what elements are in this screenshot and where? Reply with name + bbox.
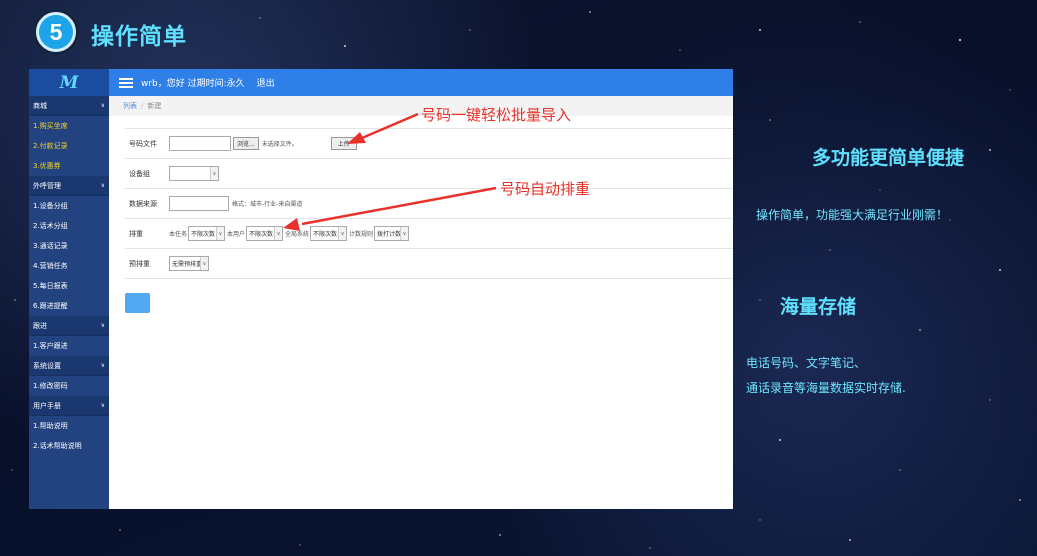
sidebar-item-change-password[interactable]: 1.修改密码 xyxy=(29,376,109,396)
file-path-field[interactable] xyxy=(169,136,231,151)
app-logo[interactable]: M xyxy=(29,69,109,96)
feature-title-storage: 海量存储 xyxy=(780,296,857,318)
source-label: 数据来源 xyxy=(129,199,157,208)
sidebar-item-marketing-tasks[interactable]: 4.营销任务 xyxy=(29,256,109,276)
count-rule-select[interactable]: 拨打计数 ∨ xyxy=(374,226,410,241)
main-content: 列表 / 新建 号码文件 浏览... 未选择文件。 上传 设备组 ∨ 数据来源 … xyxy=(109,96,733,509)
this-task-select[interactable]: 不限次数 ∨ xyxy=(188,226,226,241)
create-form: 号码文件 浏览... 未选择文件。 上传 设备组 ∨ 数据来源 格式：城市-行业… xyxy=(125,128,733,279)
sidebar: 商城 ∨ 1.购买坐席 2.付款记录 3.优惠券 外呼管理 ∨ 1.设备分组 2.话… xyxy=(29,96,109,509)
feature-desc-storage-line1: 电话号码、文字笔记、 xyxy=(746,356,867,370)
breadcrumb-list-link[interactable]: 列表 xyxy=(123,101,137,111)
app-screenshot: M wrb，您好 过期时间:永久 退出 商城 ∨ 1.购买坐席 2.付款记录 3.… xyxy=(29,69,733,509)
logout-link[interactable]: 退出 xyxy=(257,76,275,89)
this-user-label: 本用户 xyxy=(227,231,246,238)
sidebar-item-script-help[interactable]: 2.话术帮助说明 xyxy=(29,436,109,456)
chevron-down-icon: ∨ xyxy=(100,102,105,109)
form-row-file: 号码文件 浏览... 未选择文件。 上传 xyxy=(125,129,733,159)
form-row-dedup: 排重 本任务 不限次数 ∨ 本用户 不限次数 ∨ 全局系统 不限次数 ∨ 计数规则 拨… xyxy=(125,219,733,249)
count-rule-label: 计数规则 xyxy=(349,231,374,238)
sidebar-section-outbound[interactable]: 外呼管理 ∨ xyxy=(29,176,109,196)
breadcrumb-current: 新建 xyxy=(147,102,162,110)
annotation-dedup: 号码自动排重 xyxy=(500,180,591,198)
file-label: 号码文件 xyxy=(129,139,157,148)
pre-dedup-select[interactable]: 无需预排重 ∨ xyxy=(169,256,209,271)
global-label: 全局系统 xyxy=(285,231,310,238)
annotation-import: 号码一键轻松批量导入 xyxy=(421,106,572,124)
device-group-select[interactable]: ∨ xyxy=(169,166,219,181)
user-greeting: wrb，您好 过期时间:永久 xyxy=(141,79,245,89)
chevron-down-icon: ∨ xyxy=(100,402,105,409)
this-user-select[interactable]: 不限次数 ∨ xyxy=(246,226,284,241)
sidebar-item-buy-seat[interactable]: 1.购买坐席 xyxy=(29,116,109,136)
sidebar-item-call-records[interactable]: 3.通话记录 xyxy=(29,236,109,256)
sidebar-item-follow-reminder[interactable]: 6.跟进提醒 xyxy=(29,296,109,316)
upload-button[interactable]: 上传 xyxy=(330,137,357,150)
slide-heading: 操作简单 xyxy=(91,24,187,50)
sidebar-item-customer-follow[interactable]: 1.客户跟进 xyxy=(29,336,109,356)
dedup-label: 排重 xyxy=(129,229,143,238)
form-row-group: 设备组 ∨ xyxy=(125,159,733,189)
chevron-down-icon: ∨ xyxy=(100,182,105,189)
menu-icon[interactable] xyxy=(119,77,133,88)
source-hint: 格式：城市-行业-来自渠道 xyxy=(232,201,303,208)
source-input[interactable] xyxy=(169,196,229,211)
this-task-label: 本任务 xyxy=(169,231,188,238)
sidebar-item-daily-report[interactable]: 5.每日报表 xyxy=(29,276,109,296)
sidebar-item-device-group[interactable]: 1.设备分组 xyxy=(29,196,109,216)
sidebar-item-script-group[interactable]: 2.话术分组 xyxy=(29,216,109,236)
browse-button[interactable]: 浏览... xyxy=(233,137,259,150)
sidebar-section-settings[interactable]: 系统设置 ∨ xyxy=(29,356,109,376)
feature-desc-storage-line2: 通话录音等海量数据实时存储. xyxy=(746,381,906,395)
sidebar-section-manual[interactable]: 用户手册 ∨ xyxy=(29,396,109,416)
sidebar-section-follow[interactable]: 跟进 ∨ xyxy=(29,316,109,336)
group-label: 设备组 xyxy=(129,169,150,178)
sidebar-item-payment-records[interactable]: 2.付款记录 xyxy=(29,136,109,156)
global-select[interactable]: 不限次数 ∨ xyxy=(310,226,348,241)
feature-desc-multifunction: 操作简单，功能强大满足行业刚需！ xyxy=(756,208,949,222)
chevron-down-icon: ∨ xyxy=(100,362,105,369)
sidebar-section-shop[interactable]: 商城 ∨ xyxy=(29,96,109,116)
form-row-pre-dedup: 预排重 无需预排重 ∨ xyxy=(125,249,733,279)
pre-dedup-label: 预排重 xyxy=(129,259,150,268)
feature-title-multifunction: 多功能更简单便捷 xyxy=(812,147,965,169)
submit-button[interactable] xyxy=(125,293,150,313)
chevron-down-icon: ∨ xyxy=(100,322,105,329)
sidebar-item-coupons[interactable]: 3.优惠券 xyxy=(29,156,109,176)
sidebar-item-help[interactable]: 1.帮助说明 xyxy=(29,416,109,436)
step-number-badge: 5 xyxy=(36,12,76,52)
no-file-text: 未选择文件。 xyxy=(261,141,298,148)
form-row-source: 数据来源 格式：城市-行业-来自渠道 xyxy=(125,189,733,219)
app-topbar: M wrb，您好 过期时间:永久 退出 xyxy=(29,69,733,96)
